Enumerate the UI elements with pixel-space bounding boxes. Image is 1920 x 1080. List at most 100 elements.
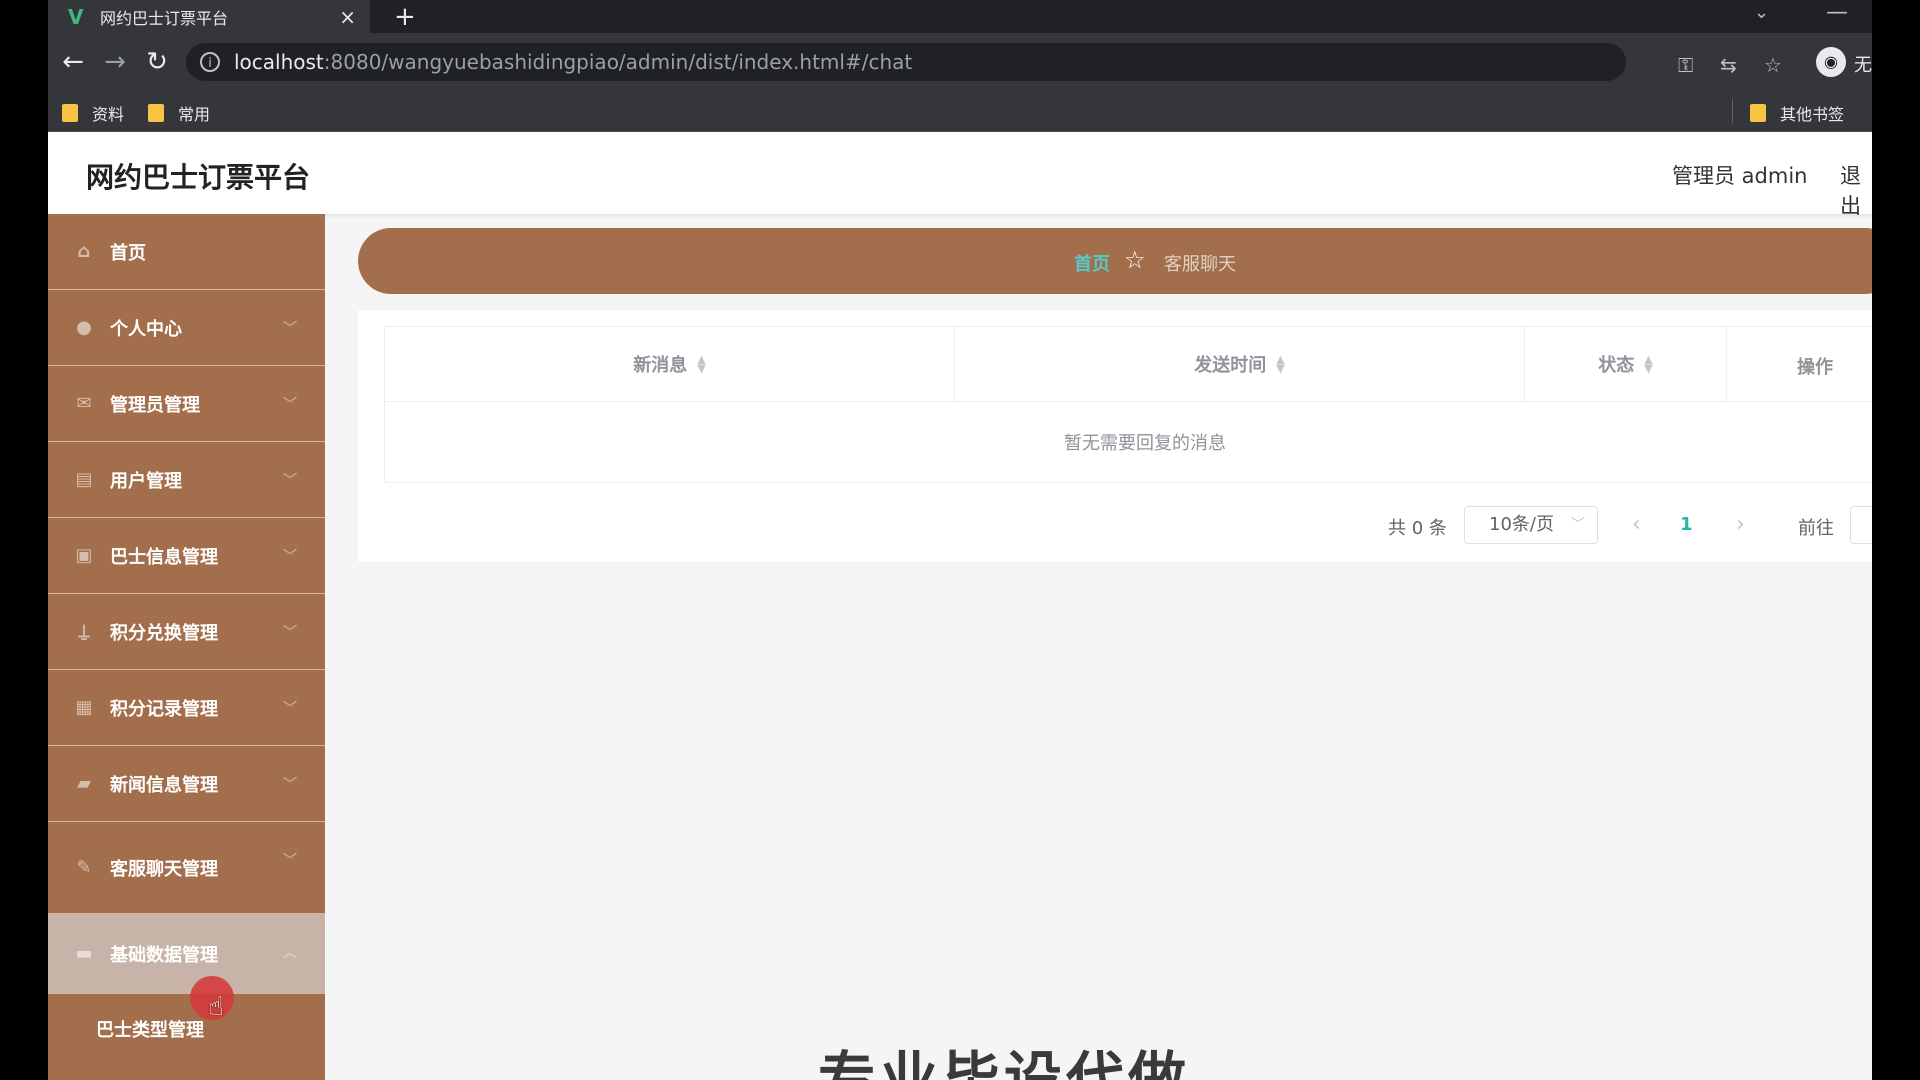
bookmark-folder[interactable]: 资料 xyxy=(62,101,124,125)
breadcrumb: 首页 ☆ 客服聊天 xyxy=(358,228,1872,294)
admin-app: 网约巴士订票平台 管理员 admin 退出 ⌂ 首页 ● 个人中心 ﹀ ✉ 管理… xyxy=(48,132,1872,1080)
column-header-new-message[interactable]: 新消息 ▲ ▼ xyxy=(385,327,955,401)
sidebar-item-label: 积分记录管理 xyxy=(110,698,218,720)
breadcrumb-home[interactable]: 首页 xyxy=(1074,250,1110,276)
table-header: 新消息 ▲ ▼ 发送时间 ▲ ▼ 状态 ▲ ▼ 操作 xyxy=(385,327,1872,402)
vue-logo-icon: V xyxy=(68,4,84,29)
browser-tab[interactable]: V 网约巴士订票平台 × xyxy=(48,0,370,33)
content-panel: 新消息 ▲ ▼ 发送时间 ▲ ▼ 状态 ▲ ▼ 操作 暂无需要回复的消息 共 0… xyxy=(358,310,1872,562)
sidebar-item-label: 积分兑换管理 xyxy=(110,622,218,644)
chevron-down-icon: ﹀ xyxy=(283,701,297,717)
url-field[interactable]: i localhost:8080/wangyuebashidingpiao/ad… xyxy=(186,43,1626,81)
mail-icon: ✉ xyxy=(76,392,92,414)
sidebar-item-bus-info[interactable]: ▣ 巴士信息管理 ﹀ xyxy=(48,518,325,594)
column-header-status[interactable]: 状态 ▲ ▼ xyxy=(1525,327,1727,401)
logout-button[interactable]: 退出 xyxy=(1840,160,1872,220)
chevron-down-icon: ﹀ xyxy=(1571,517,1585,533)
back-icon[interactable]: ← xyxy=(58,47,88,77)
tab-strip: V 网约巴士订票平台 × + ⌄ — xyxy=(48,0,1872,33)
sidebar-item-users[interactable]: ▤ 用户管理 ﹀ xyxy=(48,442,325,518)
breadcrumb-current: 客服聊天 xyxy=(1164,254,1236,275)
chevron-down-icon: ﹀ xyxy=(283,625,297,641)
chevron-down-icon: ﹀ xyxy=(283,853,297,869)
address-bar-row: ← → ↻ i localhost:8080/wangyuebashidingp… xyxy=(48,33,1872,91)
sort-icon[interactable]: ▲ ▼ xyxy=(1276,354,1284,374)
current-user: 管理员 admin xyxy=(1672,164,1808,188)
watermark-text: 专业毕设代做 xyxy=(818,1045,1191,1080)
chevron-down-icon: ﹀ xyxy=(283,397,297,413)
url-host: localhost xyxy=(234,50,324,74)
messages-table: 新消息 ▲ ▼ 发送时间 ▲ ▼ 状态 ▲ ▼ 操作 暂无需要回复的消息 xyxy=(384,326,1872,483)
sort-icon[interactable]: ▲ ▼ xyxy=(697,354,705,374)
empty-state-text: 暂无需要回复的消息 xyxy=(1064,433,1226,454)
pagination-total: 共 0 条 xyxy=(1388,518,1447,539)
forward-icon[interactable]: → xyxy=(100,47,130,77)
user-icon: ● xyxy=(76,316,92,338)
sidebar-item-profile[interactable]: ● 个人中心 ﹀ xyxy=(48,290,325,366)
submenu-bus-types[interactable]: 巴士类型管理 xyxy=(48,994,325,1064)
sidebar-item-admins[interactable]: ✉ 管理员管理 ﹀ xyxy=(48,366,325,442)
sidebar-item-points-records[interactable]: ▦ 积分记录管理 ﹀ xyxy=(48,670,325,746)
tab-title: 网约巴士订票平台 xyxy=(100,8,229,28)
other-bookmarks[interactable]: 其他书签 xyxy=(1750,101,1844,125)
column-label: 发送时间 xyxy=(1194,355,1267,376)
tab-search-icon[interactable]: ⌄ xyxy=(1754,2,1769,23)
document-icon: ▤ xyxy=(75,468,93,490)
goto-label: 前往 xyxy=(1798,518,1834,539)
sidebar-item-base-data[interactable]: ▬ 基础数据管理 ︿ xyxy=(48,914,325,994)
sidebar-item-chat[interactable]: ✎ 客服聊天管理 ﹀ xyxy=(48,822,325,914)
url-text: localhost:8080/wangyuebashidingpiao/admi… xyxy=(234,50,912,74)
sidebar-item-label: 首页 xyxy=(110,242,146,264)
submenu-label: 巴士类型管理 xyxy=(96,1020,204,1041)
url-path: :8080/wangyuebashidingpiao/admin/dist/in… xyxy=(323,50,913,74)
new-tab-button[interactable]: + xyxy=(394,2,416,32)
sidebar-item-home[interactable]: ⌂ 首页 xyxy=(48,214,325,290)
key-icon[interactable]: ⚿ xyxy=(1678,53,1693,77)
bookmark-label: 资料 xyxy=(92,105,125,124)
sidebar: ⌂ 首页 ● 个人中心 ﹀ ✉ 管理员管理 ﹀ ▤ 用户管理 ﹀ ▣ 巴士信息管… xyxy=(48,214,325,1080)
tab-close-icon[interactable]: × xyxy=(339,5,356,29)
hand-cursor-icon: ☝ xyxy=(208,992,224,1022)
minimize-icon[interactable]: — xyxy=(1826,0,1848,25)
page-size-value: 10条/页 xyxy=(1489,514,1554,535)
column-header-actions: 操作 xyxy=(1727,327,1872,401)
column-label: 新消息 xyxy=(633,355,688,376)
translate-icon[interactable]: ⇆ xyxy=(1720,53,1737,77)
screen: V 网约巴士订票平台 × + ⌄ — ← → ↻ i localhost:808… xyxy=(48,0,1872,1080)
home-icon: ⌂ xyxy=(77,240,91,262)
sidebar-item-label: 用户管理 xyxy=(110,470,182,492)
next-page-icon[interactable]: › xyxy=(1736,512,1745,537)
chevron-down-icon: ﹀ xyxy=(283,473,297,489)
column-header-send-time[interactable]: 发送时间 ▲ ▼ xyxy=(955,327,1525,401)
bookmark-star-icon[interactable]: ☆ xyxy=(1764,53,1782,77)
page-number-current[interactable]: 1 xyxy=(1680,514,1693,535)
sidebar-item-label: 管理员管理 xyxy=(110,394,200,416)
prev-page-icon[interactable]: ‹ xyxy=(1632,512,1641,537)
picture-icon: ▣ xyxy=(75,544,93,566)
goto-page-input[interactable]: 1 xyxy=(1850,506,1872,544)
sidebar-item-label: 新闻信息管理 xyxy=(110,774,218,796)
edit-icon: ✎ xyxy=(76,856,92,878)
page-size-select[interactable]: 10条/页 ﹀ xyxy=(1464,506,1598,544)
other-bookmarks-label: 其他书签 xyxy=(1780,105,1845,124)
sidebar-item-news[interactable]: ▰ 新闻信息管理 ﹀ xyxy=(48,746,325,822)
bookmarks-bar: 资料 常用 其他书签 xyxy=(48,91,1872,132)
bookmark-label: 常用 xyxy=(178,105,211,124)
chevron-up-icon: ︿ xyxy=(283,945,297,961)
folder-icon xyxy=(1750,104,1766,122)
sidebar-item-label: 个人中心 xyxy=(110,318,182,340)
incognito-icon[interactable]: ◉ xyxy=(1816,47,1846,77)
app-title: 网约巴士订票平台 xyxy=(86,161,311,194)
microphone-icon: ⍊ xyxy=(78,620,90,642)
reload-icon[interactable]: ↻ xyxy=(142,47,172,77)
star-icon: ☆ xyxy=(1124,246,1146,274)
sort-icon[interactable]: ▲ ▼ xyxy=(1644,354,1652,374)
sidebar-item-points-exchange[interactable]: ⍊ 积分兑换管理 ﹀ xyxy=(48,594,325,670)
bookmark-folder[interactable]: 常用 xyxy=(148,101,210,125)
column-label: 状态 xyxy=(1598,355,1635,376)
grid-icon: ▦ xyxy=(75,696,93,718)
sidebar-item-label: 巴士信息管理 xyxy=(110,546,218,568)
briefcase-icon: ▰ xyxy=(77,772,91,794)
site-info-icon[interactable]: i xyxy=(200,52,220,72)
profile-label[interactable]: 无 xyxy=(1854,51,1872,77)
